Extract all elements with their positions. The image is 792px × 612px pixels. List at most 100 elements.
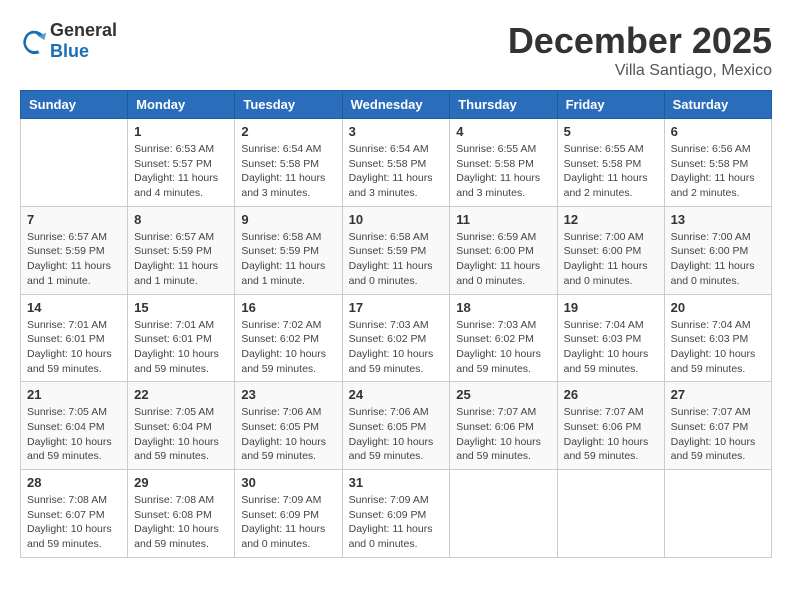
day-info: Sunrise: 7:07 AM Sunset: 6:06 PM Dayligh… — [456, 405, 550, 464]
logo-blue: Blue — [50, 41, 89, 61]
day-info: Sunrise: 6:57 AM Sunset: 5:59 PM Dayligh… — [134, 230, 228, 289]
calendar-week-row: 14 Sunrise: 7:01 AM Sunset: 6:01 PM Dayli… — [21, 294, 772, 382]
day-info: Sunrise: 7:04 AM Sunset: 6:03 PM Dayligh… — [671, 318, 765, 377]
logo-general: General — [50, 20, 117, 40]
day-info: Sunrise: 7:00 AM Sunset: 6:00 PM Dayligh… — [564, 230, 658, 289]
calendar-cell: 12Sunrise: 7:00 AM Sunset: 6:00 PM Dayli… — [557, 206, 664, 294]
day-info: Sunrise: 6:58 AM Sunset: 5:59 PM Dayligh… — [349, 230, 444, 289]
calendar-cell — [450, 470, 557, 558]
day-number: 14 — [27, 300, 121, 315]
day-info: Sunrise: 6:55 AM Sunset: 5:58 PM Dayligh… — [564, 142, 658, 201]
calendar-cell: 20 Sunrise: 7:04 AM Sunset: 6:03 PM Dayli… — [664, 294, 771, 382]
day-info: Sunrise: 7:03 AM Sunset: 6:02 PM Dayligh… — [349, 318, 444, 377]
day-info: Sunrise: 7:08 AM Sunset: 6:08 PM Dayligh… — [134, 493, 228, 552]
calendar-cell: 24 Sunrise: 7:06 AM Sunset: 6:05 PM Dayli… — [342, 382, 450, 470]
weekday-header: Wednesday — [342, 91, 450, 119]
day-info: Sunrise: 7:04 AM Sunset: 6:03 PM Dayligh… — [564, 318, 658, 377]
day-info: Sunrise: 6:59 AM Sunset: 6:00 PM Dayligh… — [456, 230, 550, 289]
day-info: Sunrise: 6:56 AM Sunset: 5:58 PM Dayligh… — [671, 142, 765, 201]
calendar-cell: 14 Sunrise: 7:01 AM Sunset: 6:01 PM Dayli… — [21, 294, 128, 382]
calendar-cell: 16Sunrise: 7:02 AM Sunset: 6:02 PM Dayli… — [235, 294, 342, 382]
weekday-header: Monday — [128, 91, 235, 119]
day-number: 26 — [564, 387, 658, 402]
calendar-cell: 25 Sunrise: 7:07 AM Sunset: 6:06 PM Dayli… — [450, 382, 557, 470]
day-number: 24 — [349, 387, 444, 402]
calendar-week-row: 28 Sunrise: 7:08 AM Sunset: 6:07 PM Dayli… — [21, 470, 772, 558]
day-number: 18 — [456, 300, 550, 315]
day-number: 2 — [241, 124, 335, 139]
calendar-cell: 5 Sunrise: 6:55 AM Sunset: 5:58 PM Daylig… — [557, 119, 664, 207]
calendar-cell: 10Sunrise: 6:58 AM Sunset: 5:59 PM Dayli… — [342, 206, 450, 294]
calendar-cell: 29 Sunrise: 7:08 AM Sunset: 6:08 PM Dayli… — [128, 470, 235, 558]
calendar-cell: 23Sunrise: 7:06 AM Sunset: 6:05 PM Dayli… — [235, 382, 342, 470]
day-info: Sunrise: 7:00 AM Sunset: 6:00 PM Dayligh… — [671, 230, 765, 289]
month-title: December 2025 — [508, 20, 772, 62]
day-number: 27 — [671, 387, 765, 402]
calendar-cell: 28 Sunrise: 7:08 AM Sunset: 6:07 PM Dayli… — [21, 470, 128, 558]
calendar-cell: 21Sunrise: 7:05 AM Sunset: 6:04 PM Dayli… — [21, 382, 128, 470]
day-info: Sunrise: 7:09 AM Sunset: 6:09 PM Dayligh… — [349, 493, 444, 552]
day-info: Sunrise: 7:01 AM Sunset: 6:01 PM Dayligh… — [134, 318, 228, 377]
day-info: Sunrise: 7:01 AM Sunset: 6:01 PM Dayligh… — [27, 318, 121, 377]
day-number: 31 — [349, 475, 444, 490]
day-info: Sunrise: 6:57 AM Sunset: 5:59 PM Dayligh… — [27, 230, 121, 289]
weekday-header: Thursday — [450, 91, 557, 119]
calendar-cell: 8 Sunrise: 6:57 AM Sunset: 5:59 PM Daylig… — [128, 206, 235, 294]
calendar-cell — [664, 470, 771, 558]
day-number: 7 — [27, 212, 121, 227]
calendar-cell: 17 Sunrise: 7:03 AM Sunset: 6:02 PM Dayli… — [342, 294, 450, 382]
location-title: Villa Santiago, Mexico — [508, 62, 772, 80]
day-number: 25 — [456, 387, 550, 402]
calendar-cell: 31 Sunrise: 7:09 AM Sunset: 6:09 PM Dayli… — [342, 470, 450, 558]
day-number: 9 — [241, 212, 335, 227]
weekday-header: Tuesday — [235, 91, 342, 119]
day-info: Sunrise: 6:54 AM Sunset: 5:58 PM Dayligh… — [241, 142, 335, 201]
logo: General Blue — [20, 20, 117, 62]
day-number: 13 — [671, 212, 765, 227]
day-number: 16 — [241, 300, 335, 315]
day-info: Sunrise: 6:58 AM Sunset: 5:59 PM Dayligh… — [241, 230, 335, 289]
calendar-cell: 30 Sunrise: 7:09 AM Sunset: 6:09 PM Dayli… — [235, 470, 342, 558]
day-info: Sunrise: 7:08 AM Sunset: 6:07 PM Dayligh… — [27, 493, 121, 552]
day-number: 8 — [134, 212, 228, 227]
day-info: Sunrise: 6:54 AM Sunset: 5:58 PM Dayligh… — [349, 142, 444, 201]
day-info: Sunrise: 7:07 AM Sunset: 6:06 PM Dayligh… — [564, 405, 658, 464]
day-number: 29 — [134, 475, 228, 490]
day-number: 17 — [349, 300, 444, 315]
calendar-cell — [21, 119, 128, 207]
calendar-cell: 22 Sunrise: 7:05 AM Sunset: 6:04 PM Dayli… — [128, 382, 235, 470]
day-number: 4 — [456, 124, 550, 139]
day-number: 20 — [671, 300, 765, 315]
calendar-cell: 9 Sunrise: 6:58 AM Sunset: 5:59 PM Daylig… — [235, 206, 342, 294]
day-info: Sunrise: 7:06 AM Sunset: 6:05 PM Dayligh… — [349, 405, 444, 464]
logo-text: General Blue — [50, 20, 117, 62]
day-info: Sunrise: 7:07 AM Sunset: 6:07 PM Dayligh… — [671, 405, 765, 464]
calendar-week-row: 1Sunrise: 6:53 AM Sunset: 5:57 PM Daylig… — [21, 119, 772, 207]
day-number: 5 — [564, 124, 658, 139]
weekday-header: Friday — [557, 91, 664, 119]
calendar-week-row: 21Sunrise: 7:05 AM Sunset: 6:04 PM Dayli… — [21, 382, 772, 470]
calendar-cell: 11 Sunrise: 6:59 AM Sunset: 6:00 PM Dayli… — [450, 206, 557, 294]
day-number: 28 — [27, 475, 121, 490]
calendar-cell: 3Sunrise: 6:54 AM Sunset: 5:58 PM Daylig… — [342, 119, 450, 207]
calendar-cell: 1Sunrise: 6:53 AM Sunset: 5:57 PM Daylig… — [128, 119, 235, 207]
day-info: Sunrise: 7:05 AM Sunset: 6:04 PM Dayligh… — [134, 405, 228, 464]
day-number: 15 — [134, 300, 228, 315]
day-info: Sunrise: 7:03 AM Sunset: 6:02 PM Dayligh… — [456, 318, 550, 377]
day-number: 22 — [134, 387, 228, 402]
day-info: Sunrise: 7:09 AM Sunset: 6:09 PM Dayligh… — [241, 493, 335, 552]
day-number: 11 — [456, 212, 550, 227]
page-header: General Blue December 2025 Villa Santiag… — [20, 20, 772, 80]
day-number: 30 — [241, 475, 335, 490]
day-info: Sunrise: 7:05 AM Sunset: 6:04 PM Dayligh… — [27, 405, 121, 464]
calendar-cell — [557, 470, 664, 558]
calendar-week-row: 7 Sunrise: 6:57 AM Sunset: 5:59 PM Daylig… — [21, 206, 772, 294]
calendar-cell: 13 Sunrise: 7:00 AM Sunset: 6:00 PM Dayli… — [664, 206, 771, 294]
day-number: 19 — [564, 300, 658, 315]
calendar-cell: 18 Sunrise: 7:03 AM Sunset: 6:02 PM Dayli… — [450, 294, 557, 382]
day-number: 23 — [241, 387, 335, 402]
calendar-cell: 26 Sunrise: 7:07 AM Sunset: 6:06 PM Dayli… — [557, 382, 664, 470]
calendar-cell: 7 Sunrise: 6:57 AM Sunset: 5:59 PM Daylig… — [21, 206, 128, 294]
calendar-cell: 19 Sunrise: 7:04 AM Sunset: 6:03 PM Dayli… — [557, 294, 664, 382]
day-number: 6 — [671, 124, 765, 139]
